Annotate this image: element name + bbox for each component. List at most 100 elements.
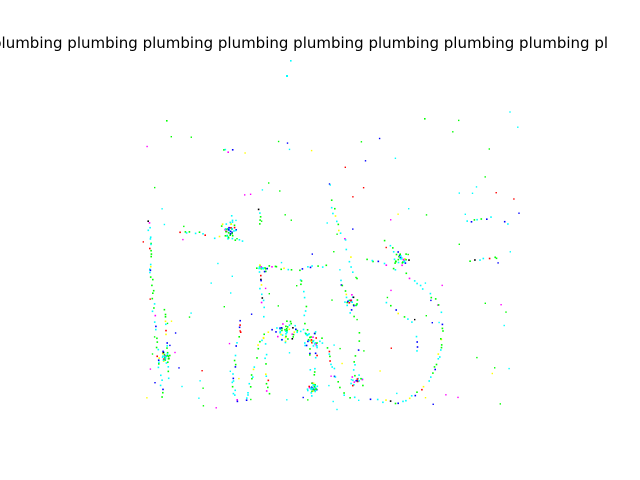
dot xyxy=(169,344,171,347)
dot xyxy=(314,352,317,355)
dot xyxy=(286,399,288,401)
dot xyxy=(162,359,165,362)
dot xyxy=(394,262,396,264)
dot xyxy=(345,293,348,296)
dot xyxy=(264,343,267,345)
dot xyxy=(163,308,166,311)
dot xyxy=(232,392,235,395)
dot xyxy=(162,355,164,357)
dot xyxy=(421,388,423,391)
dot xyxy=(440,349,442,351)
dot xyxy=(307,340,309,343)
dot xyxy=(231,219,234,222)
dot xyxy=(256,357,258,359)
dot xyxy=(316,345,318,347)
dot xyxy=(261,339,263,342)
dot xyxy=(287,268,290,271)
dot xyxy=(261,189,264,191)
dot xyxy=(357,349,360,351)
dot xyxy=(258,271,261,273)
dot xyxy=(147,220,149,222)
dot xyxy=(336,233,338,235)
dot xyxy=(358,332,361,334)
dot xyxy=(425,214,428,216)
dot xyxy=(305,333,308,336)
dot xyxy=(321,337,323,339)
dot xyxy=(309,266,312,269)
dot xyxy=(328,353,331,355)
dot xyxy=(362,187,365,189)
dot xyxy=(218,235,221,238)
dot xyxy=(276,327,278,329)
dot xyxy=(354,374,356,377)
dot xyxy=(309,336,311,339)
dot xyxy=(339,347,341,350)
dot xyxy=(310,392,313,394)
dot xyxy=(476,356,478,359)
dot xyxy=(389,244,392,247)
dot xyxy=(311,253,313,255)
dot xyxy=(161,208,163,210)
dot xyxy=(414,394,417,397)
dot xyxy=(405,399,407,402)
dot xyxy=(265,363,267,365)
dot xyxy=(149,236,152,238)
dot xyxy=(338,229,340,232)
dot xyxy=(210,282,212,284)
dot xyxy=(411,321,413,323)
dot xyxy=(167,366,170,368)
dot xyxy=(288,352,291,354)
dot xyxy=(310,339,313,341)
dot xyxy=(299,330,302,333)
dot xyxy=(438,321,440,324)
dot xyxy=(312,336,314,338)
dot xyxy=(241,240,244,242)
dot xyxy=(396,392,398,395)
dot xyxy=(167,358,170,360)
dot xyxy=(231,275,233,277)
dot xyxy=(401,264,403,267)
dot xyxy=(311,388,314,390)
dot xyxy=(279,328,281,331)
dot xyxy=(441,327,444,330)
dot xyxy=(329,355,331,358)
dot xyxy=(350,299,352,302)
dot xyxy=(355,276,357,279)
dot xyxy=(250,374,253,376)
dot xyxy=(213,237,216,240)
dot xyxy=(231,385,234,388)
dot xyxy=(265,375,268,377)
dot xyxy=(410,395,413,397)
dot xyxy=(232,377,235,380)
dot xyxy=(488,148,490,150)
dot xyxy=(286,329,288,332)
dot xyxy=(262,337,265,340)
dot xyxy=(305,344,308,347)
dot xyxy=(334,376,337,378)
dot xyxy=(234,354,237,357)
dot xyxy=(156,337,158,340)
dot xyxy=(407,253,409,256)
dot xyxy=(352,296,355,299)
dot xyxy=(352,228,354,230)
dot xyxy=(311,265,313,267)
dot xyxy=(402,400,404,403)
dot xyxy=(296,329,299,332)
dot xyxy=(290,269,293,271)
dot xyxy=(309,352,311,355)
dot xyxy=(354,364,356,366)
dot xyxy=(476,218,478,221)
dot xyxy=(231,221,234,223)
dot xyxy=(497,262,499,264)
dot xyxy=(288,148,291,151)
dot xyxy=(379,370,381,372)
dot xyxy=(466,220,468,222)
dot xyxy=(227,229,230,231)
dot xyxy=(353,396,356,399)
dot xyxy=(280,268,282,271)
dot xyxy=(153,303,156,305)
dot xyxy=(142,241,144,243)
dot xyxy=(231,232,233,235)
dot xyxy=(397,213,399,215)
dot xyxy=(164,356,166,358)
